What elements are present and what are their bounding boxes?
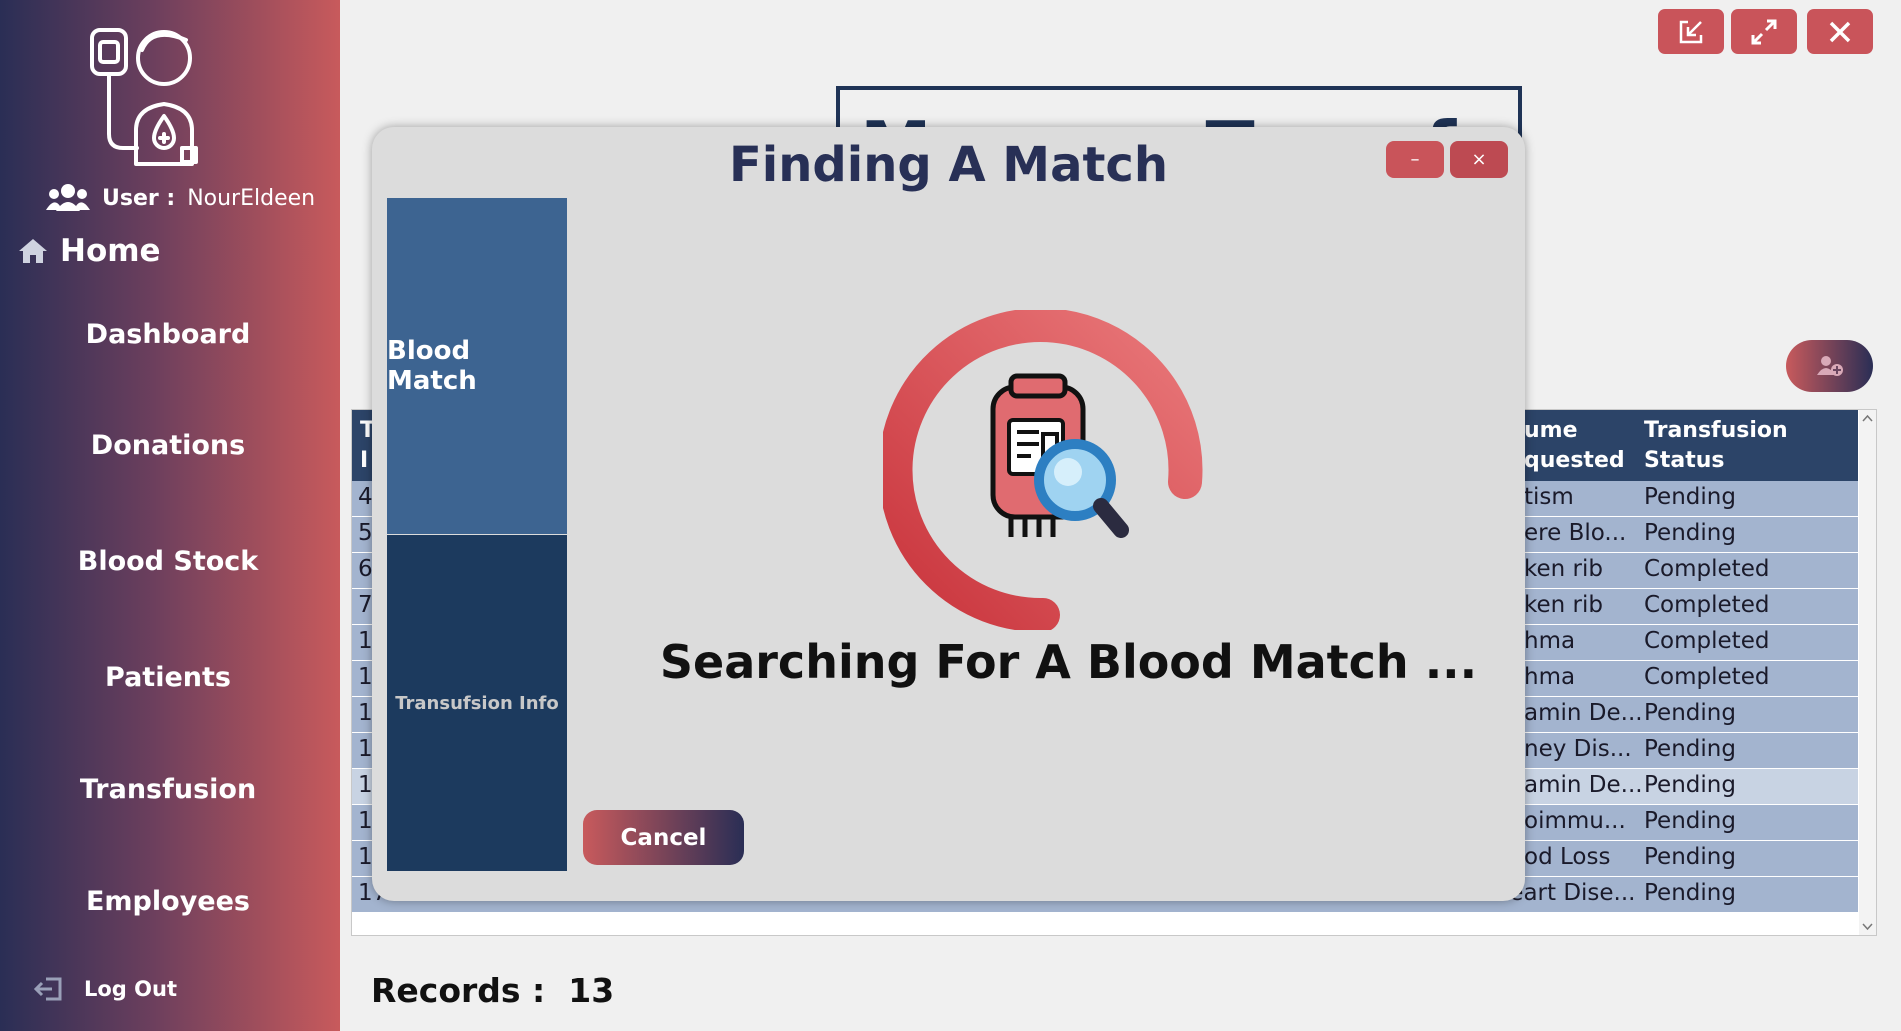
restore-icon <box>1679 20 1703 43</box>
nav-donations[interactable]: Donations <box>0 430 336 461</box>
home-label: Home <box>60 233 161 269</box>
close-icon <box>1829 21 1851 42</box>
dialog-title: Finding A Match <box>728 137 1169 193</box>
dialog-minimize-button[interactable]: – <box>1386 141 1444 178</box>
dialog-close-button[interactable]: × <box>1450 141 1508 178</box>
user-name: NourEldeen <box>187 185 316 211</box>
logout-button[interactable]: Log Out <box>34 976 177 1002</box>
home-link[interactable]: Home <box>18 233 161 269</box>
tab-transfusion-info[interactable]: Transufsion Info <box>387 535 567 871</box>
nav-dashboard[interactable]: Dashboard <box>0 319 336 350</box>
window-close-button[interactable] <box>1807 9 1873 54</box>
search-status-text: Searching For A Blood Match ... <box>659 635 1478 689</box>
scroll-up-icon[interactable] <box>1859 412 1876 426</box>
tab-blood-match[interactable]: Blood Match <box>387 198 567 534</box>
sidebar: User : NourEldeen Home Dashboard Donatio… <box>0 0 340 1031</box>
records-count: Records : 13 <box>371 971 615 1010</box>
scroll-down-icon[interactable] <box>1859 919 1876 933</box>
nurse-blood-logo-icon <box>90 28 198 166</box>
nav-blood-stock[interactable]: Blood Stock <box>0 546 336 577</box>
cancel-button[interactable]: Cancel <box>583 810 744 865</box>
users-icon <box>46 184 90 211</box>
blood-bag-search-icon <box>990 373 1129 538</box>
header-transfusion-status: Transfusion Status <box>1644 418 1788 473</box>
table-scrollbar[interactable] <box>1859 410 1876 935</box>
user-label: User : <box>102 185 176 211</box>
maximize-icon <box>1751 19 1777 44</box>
add-transfusion-button[interactable] <box>1786 340 1873 392</box>
add-users-icon <box>1816 356 1843 376</box>
window-maximize-button[interactable] <box>1731 9 1797 54</box>
finding-match-dialog: Finding A Match – × Blood Match Transufs… <box>372 127 1525 901</box>
logout-icon <box>34 977 62 1001</box>
loading-spinner <box>883 310 1203 630</box>
window-restore-button[interactable] <box>1658 9 1724 54</box>
nav-patients[interactable]: Patients <box>0 662 336 693</box>
user-info: User : NourEldeen <box>46 183 315 213</box>
nav-employees[interactable]: Employees <box>0 886 336 917</box>
logout-label: Log Out <box>84 977 177 1001</box>
header-volume-requested: ume quested <box>1524 418 1625 473</box>
nav-transfusion[interactable]: Transfusion <box>0 774 336 805</box>
home-icon <box>19 239 47 263</box>
